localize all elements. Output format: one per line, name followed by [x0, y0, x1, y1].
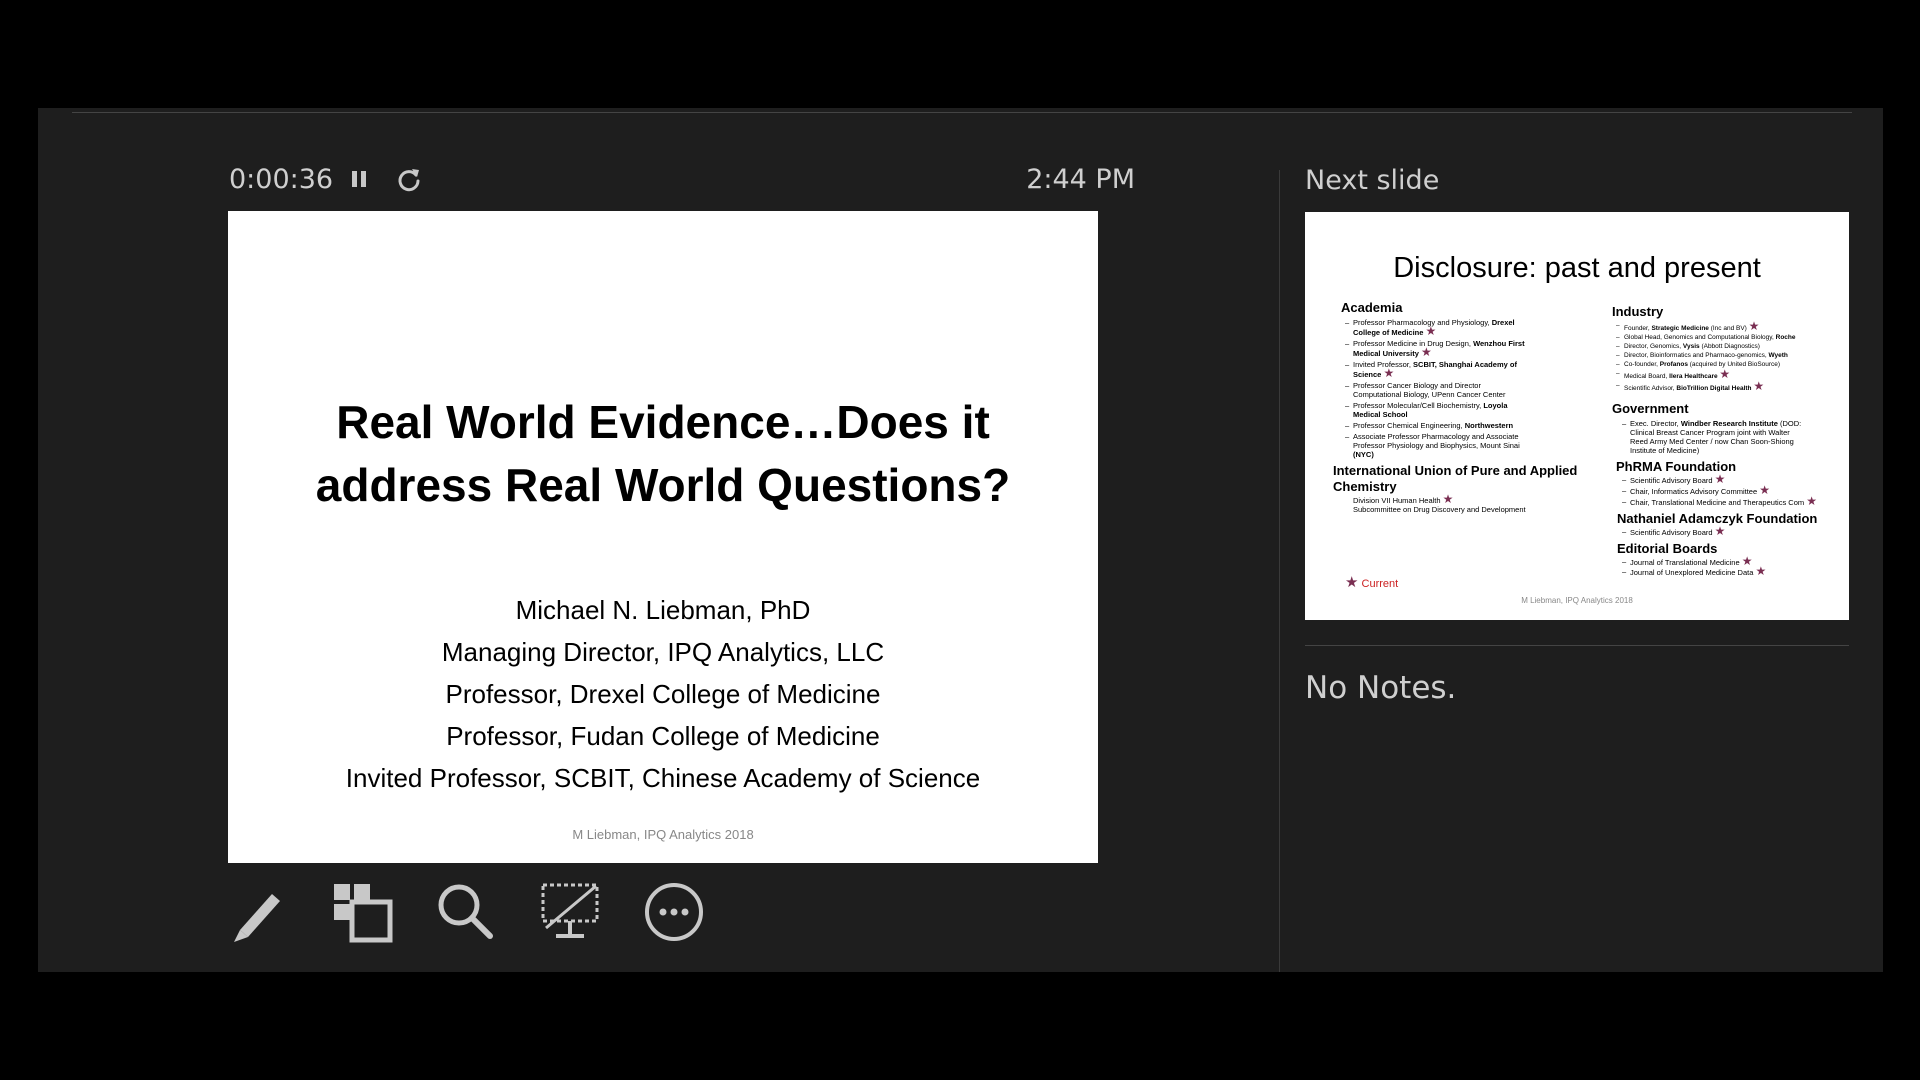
- speaker-notes[interactable]: No Notes.: [1305, 668, 1456, 708]
- subtitle-line: Michael N. Liebman, PhD: [515, 595, 811, 625]
- list-item: Professor Molecular/Cell Biochemistry, L…: [1341, 401, 1577, 419]
- star-icon: ★: [1345, 574, 1359, 591]
- list-item: Invited Professor, SCBIT, Shanghai Acade…: [1341, 360, 1577, 379]
- top-divider: [72, 112, 1852, 113]
- star-icon: ★: [1755, 564, 1767, 578]
- current-legend: ★ Current: [1345, 574, 1399, 591]
- panel-divider: [1279, 170, 1280, 972]
- star-icon: ★: [1806, 494, 1817, 508]
- list-item: Medical Board, Ilera Healthcare ★: [1612, 367, 1817, 381]
- next-slide-label: Next slide: [1305, 165, 1440, 196]
- subtitle-line: Professor, Fudan College of Medicine: [446, 721, 880, 751]
- industry-heading: Industry: [1612, 304, 1664, 319]
- slide-subtitle: Michael N. Liebman, PhD Managing Directo…: [248, 589, 1078, 799]
- list-item: Journal of Unexplored Medicine Data ★: [1618, 564, 1817, 578]
- slide-title-line: Real World Evidence…Does it: [336, 396, 990, 448]
- star-icon: ★: [1753, 379, 1765, 393]
- see-all-slides-icon[interactable]: [330, 880, 394, 944]
- list-item: Scientific Advisor, BioTrillion Digital …: [1612, 379, 1817, 393]
- list-item: Scientific Advisory Board ★: [1618, 472, 1817, 486]
- list-item: Professor Medicine in Drug Design, Wenzh…: [1341, 339, 1577, 358]
- slide-footer: M Liebman, IPQ Analytics 2018: [572, 827, 754, 842]
- list-item: Professor Chemical Engineering, Northwes…: [1341, 421, 1577, 430]
- next-slide-title: Disclosure: past and present: [1393, 252, 1761, 284]
- subtitle-line: Managing Director, IPQ Analytics, LLC: [441, 637, 885, 667]
- academia-column: Academia Professor Pharmacology and Phys…: [1333, 296, 1577, 514]
- list-item: Professor Pharmacology and Physiology, D…: [1341, 318, 1577, 337]
- list-item: Professor Cancer Biology and Director Co…: [1341, 381, 1577, 399]
- black-screen-icon[interactable]: [538, 880, 602, 944]
- star-icon: ★: [1442, 492, 1454, 506]
- government-heading: Government: [1612, 401, 1689, 416]
- star-icon: ★: [1420, 345, 1432, 359]
- presenter-view: 0:00:36 2:44 PM Real World Evidence…Does…: [38, 108, 1883, 972]
- list-item: Director, Bioinformatics and Pharmaco-ge…: [1612, 352, 1817, 360]
- list-item: Co-founder, Profanos (acquired by United…: [1612, 361, 1817, 369]
- list-item: Associate Professor Pharmacology and Ass…: [1341, 432, 1577, 459]
- star-icon: ★: [1383, 366, 1395, 380]
- restart-timer-icon[interactable]: [394, 165, 424, 195]
- elapsed-timer: 0:00:36: [229, 164, 334, 195]
- list-item: Division VII Human Health ★: [1353, 492, 1454, 506]
- list-item: Chair, Translational Medicine and Therap…: [1618, 494, 1817, 508]
- list-item: Global Head, Genomics and Computational …: [1612, 334, 1817, 342]
- list-item: Journal of Translational Medicine ★: [1618, 554, 1817, 568]
- zoom-icon[interactable]: [434, 880, 498, 944]
- star-icon: ★: [1714, 524, 1726, 538]
- notes-divider: [1305, 645, 1849, 646]
- list-item: Chair, Informatics Advisory Committee ★: [1618, 483, 1817, 497]
- next-slide-preview[interactable]: Disclosure: past and present Academia Pr…: [1305, 212, 1849, 620]
- pen-icon[interactable]: [226, 880, 290, 944]
- list-item: Scientific Advisory Board ★: [1618, 524, 1817, 538]
- slide-title-line: address Real World Questions?: [315, 459, 1011, 511]
- current-time: 2:44 PM: [1026, 164, 1135, 195]
- iupac-heading: International Union of Pure and Applied …: [1333, 463, 1578, 494]
- star-icon: ★: [1714, 472, 1726, 486]
- list-item: Director, Genomics, Vysis (Abbott Diagno…: [1612, 343, 1817, 351]
- star-icon: ★: [1748, 319, 1760, 333]
- subtitle-line: Invited Professor, SCBIT, Chinese Academ…: [345, 763, 981, 793]
- list-item: Exec. Director, Windber Research Institu…: [1618, 419, 1817, 455]
- star-icon: ★: [1741, 554, 1753, 568]
- more-options-icon[interactable]: [642, 880, 706, 944]
- subtitle-line: Professor, Drexel College of Medicine: [445, 679, 881, 709]
- academia-heading: Academia: [1341, 300, 1403, 315]
- list-item: Subcommittee on Drug Discovery and Devel…: [1353, 505, 1526, 514]
- pause-timer-icon[interactable]: [345, 166, 373, 194]
- star-icon: ★: [1759, 483, 1770, 497]
- star-icon: ★: [1425, 324, 1437, 338]
- editorial-heading: Editorial Boards: [1617, 541, 1718, 556]
- industry-column: Industry Founder, Strategic Medicine (In…: [1612, 300, 1817, 577]
- current-slide[interactable]: Real World Evidence…Does it address Real…: [228, 211, 1098, 863]
- slide-title: Real World Evidence…Does it address Real…: [268, 391, 1058, 517]
- next-slide-footer: M Liebman, IPQ Analytics 2018: [1521, 596, 1633, 605]
- list-item: Founder, Strategic Medicine (Inc and BV)…: [1612, 319, 1817, 333]
- star-icon: ★: [1719, 367, 1731, 381]
